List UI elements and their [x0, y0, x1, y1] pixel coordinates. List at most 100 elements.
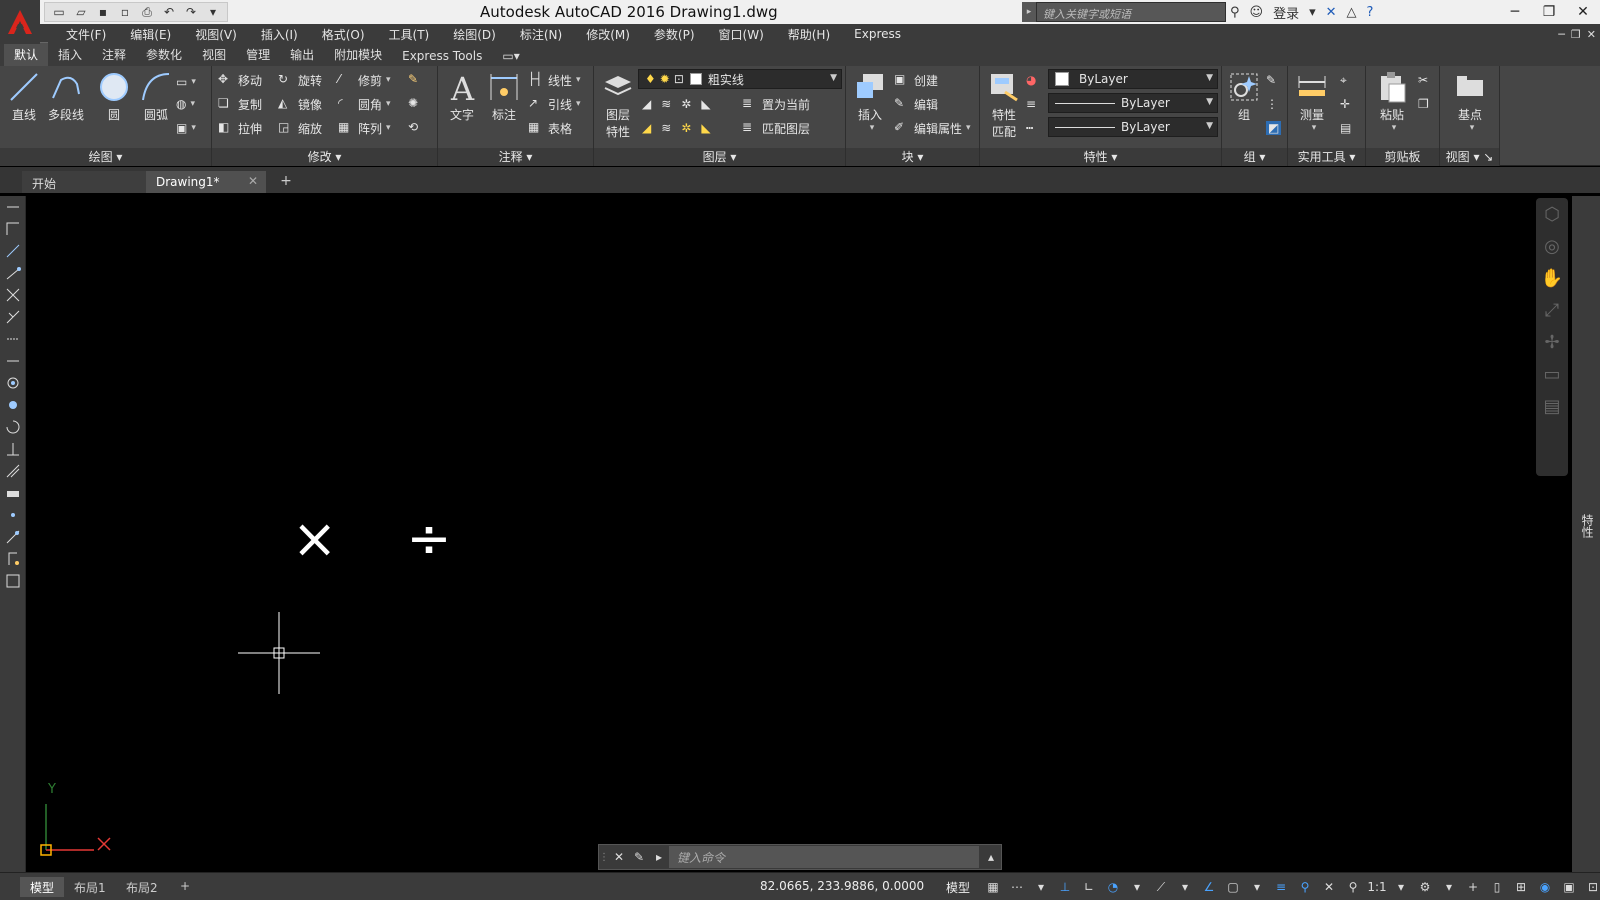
tab-parametric[interactable]: 参数化 [136, 43, 192, 66]
paste-dropdown-icon[interactable]: ▾ [1374, 123, 1414, 133]
hatch-button[interactable]: ◍ ▾ [176, 94, 195, 114]
command-line-grip-icon[interactable]: ⋮ [599, 852, 609, 863]
search-input[interactable]: 键入关键字或短语 [1036, 2, 1226, 22]
lineweight-dropdown[interactable]: ByLayer ▼ [1048, 93, 1218, 113]
tab-express-tools[interactable]: Express Tools [392, 46, 492, 66]
annotation-scale-icon[interactable]: ⚲ [1344, 878, 1362, 896]
tool-spline-icon[interactable] [0, 372, 26, 394]
menu-edit[interactable]: 编辑(E) [118, 26, 183, 43]
hardware-acceleration-icon[interactable]: ▣ [1560, 878, 1578, 896]
layer-off-icon[interactable]: ◢ [642, 97, 651, 111]
edit-attributes-dropdown-icon[interactable]: ▾ [966, 123, 971, 133]
clean-screen-icon[interactable]: ⊡ [1584, 878, 1600, 896]
search-expand-icon[interactable]: ▸ [1022, 2, 1036, 22]
object-snap-icon[interactable]: ▢ [1224, 878, 1242, 896]
linear-dropdown-icon[interactable]: ▾ [576, 75, 581, 85]
copy-clip-icon[interactable]: ❐ [1418, 94, 1429, 114]
new-tab-icon[interactable]: + [276, 173, 296, 191]
restore-icon[interactable]: ❐ [1532, 0, 1566, 24]
paste-button[interactable]: 粘贴 ▾ [1370, 70, 1414, 133]
insert-dropdown-icon[interactable]: ▾ [852, 123, 892, 133]
isolate-objects-icon[interactable]: ◉ [1536, 878, 1554, 896]
erase-button[interactable]: ✎ [408, 70, 428, 90]
print-icon[interactable]: ⎙ [137, 4, 157, 20]
command-input[interactable]: 键入命令 [669, 846, 979, 868]
point-icon[interactable]: ✛ [1340, 94, 1350, 114]
layers-panel-title[interactable]: 图层 ▾ [594, 148, 845, 166]
stretch-button[interactable]: ◧ 拉伸 [218, 118, 262, 138]
viewport-icon[interactable]: ▤ [1536, 390, 1568, 422]
draw-panel-title[interactable]: 绘图 ▾ [0, 148, 211, 166]
tab-default[interactable]: 默认 [4, 42, 49, 66]
trim-dropdown-icon[interactable]: ▾ [386, 75, 391, 85]
create-block-button[interactable]: ▣ 创建 [894, 70, 938, 90]
match-layer-button[interactable]: ≣ 匹配图层 [742, 118, 810, 138]
ribbon-minimize-icon[interactable]: ▭▾ [492, 46, 529, 66]
layer-thaw-icon[interactable]: ✲ [681, 121, 691, 135]
dimension-button[interactable]: 标注 [482, 70, 526, 123]
region-button[interactable]: ▣ ▾ [176, 118, 196, 138]
tool-insert-block-icon[interactable] [0, 416, 26, 438]
workspace-gear-icon[interactable]: ⚙ [1416, 878, 1434, 896]
set-current-button[interactable]: ≣ 置为当前 [742, 94, 810, 114]
drawing-minimize-icon[interactable]: ─ [1558, 28, 1565, 41]
properties-palette-label[interactable]: 特性 [1576, 514, 1596, 538]
tool-make-block-icon[interactable] [0, 438, 26, 460]
tool-polyline-icon[interactable] [0, 240, 26, 262]
drawing-close-icon[interactable]: ✕ [1587, 28, 1596, 41]
command-prompt-icon[interactable]: ▸ [649, 850, 669, 864]
login-link[interactable]: 登录 [1273, 3, 1299, 22]
annotation-monitor-icon[interactable]: + [1464, 878, 1482, 896]
tool-region-icon[interactable] [0, 526, 26, 548]
tab-addins[interactable]: 附加模块 [324, 43, 392, 66]
group-select-icon[interactable]: ◩ [1266, 118, 1282, 138]
move-button[interactable]: ✥ 移动 [218, 70, 262, 90]
tool-arc-icon[interactable] [0, 306, 26, 328]
tool-revcloud-icon[interactable] [0, 350, 26, 372]
a360-icon[interactable]: △ [1347, 5, 1357, 20]
menu-tools[interactable]: 工具(T) [377, 26, 442, 43]
tool-line-icon[interactable] [0, 196, 26, 218]
drawing-restore-icon[interactable]: ❐ [1571, 28, 1581, 41]
menu-window[interactable]: 窗口(W) [707, 26, 776, 43]
measure-dropdown-icon[interactable]: ▾ [1294, 123, 1334, 133]
grid-icon[interactable]: ▦ [984, 878, 1002, 896]
leader-button[interactable]: ↗ 引线 ▾ [528, 94, 581, 114]
groups-panel-title[interactable]: 组 ▾ [1222, 148, 1287, 166]
application-menu-button[interactable] [0, 0, 40, 44]
text-button[interactable]: A 文字 [440, 70, 484, 123]
menu-help[interactable]: 帮助(H) [776, 26, 842, 43]
tab-layout2[interactable]: 布局2 [116, 877, 168, 897]
infer-constraints-icon[interactable]: ⊥ [1056, 878, 1074, 896]
drawing-canvas[interactable]: × ÷ Y [28, 196, 1572, 870]
binoculars-icon[interactable]: ⚲ [1230, 5, 1240, 20]
insert-block-button[interactable]: 插入 ▾ [848, 70, 892, 133]
save-as-icon[interactable]: ▫ [115, 4, 135, 20]
layer-unisolate-icon[interactable]: ≋ [661, 121, 671, 135]
snap-icon[interactable]: ⋯ [1008, 878, 1026, 896]
hatch-dropdown-icon[interactable]: ▾ [190, 99, 195, 109]
layer-lock-icon[interactable]: ◣ [701, 97, 710, 111]
tool-table-icon[interactable] [0, 548, 26, 570]
zoom-extents-icon[interactable]: ⤢ [1536, 294, 1568, 326]
modify-panel-title[interactable]: 修改 ▾ [212, 148, 437, 166]
snap-dropdown-icon[interactable]: ▾ [1032, 878, 1050, 896]
group-button[interactable]: 组 [1222, 70, 1266, 123]
base-point-dropdown-icon[interactable]: ▾ [1452, 123, 1492, 133]
tool-construction-line-icon[interactable] [0, 218, 26, 240]
steering-wheel-icon[interactable]: ◎ [1536, 230, 1568, 262]
properties-panel-title[interactable]: 特性 ▾ [980, 148, 1221, 166]
fillet-dropdown-icon[interactable]: ▾ [386, 99, 391, 109]
polar-tracking-icon[interactable]: ◔ [1104, 878, 1122, 896]
command-customize-icon[interactable]: ✎ [629, 850, 649, 864]
ortho-icon[interactable]: ∟ [1080, 878, 1098, 896]
object-snap-tracking-icon[interactable]: ∠ [1200, 878, 1218, 896]
match-properties-button[interactable]: 特性 匹配 [982, 70, 1026, 140]
units-icon[interactable]: ▯ [1488, 878, 1506, 896]
object-snap-dropdown-icon[interactable]: ▾ [1248, 878, 1266, 896]
polar-dropdown-icon[interactable]: ▾ [1128, 878, 1146, 896]
polyline-button[interactable]: 多段线 [42, 70, 90, 123]
viewcube-icon[interactable]: ⬡ [1536, 198, 1568, 230]
command-history-icon[interactable]: ▴ [981, 850, 1001, 864]
command-close-icon[interactable]: ✕ [609, 850, 629, 864]
